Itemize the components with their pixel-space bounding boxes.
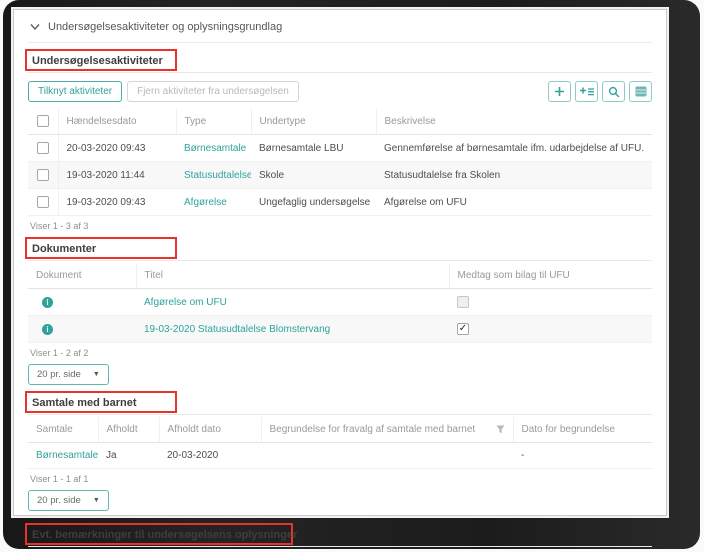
caret-down-icon: ▼ [92, 371, 100, 378]
chevron-down-icon [30, 24, 40, 31]
panel-collapse-header[interactable]: Undersøgelsesaktiviteter og oplysningsgr… [28, 10, 652, 43]
cell-date: 19-03-2020 11:44 [58, 161, 176, 189]
samtale-link[interactable]: Børnesamtale [36, 450, 98, 461]
conversation-title-text: Samtale med barnet [32, 397, 137, 409]
col-afholdt-dato[interactable]: Afholdt dato [159, 417, 262, 443]
table-row: 20-03-2020 09:43 Børnesamtale Børnesamta… [28, 134, 652, 162]
cell-description: Statusudtalelse fra Skolen [376, 161, 652, 189]
cell-afholdt: Ja [98, 442, 159, 469]
documents-pagination: Viser 1 - 2 af 2 [30, 348, 89, 358]
document-link[interactable]: Afgørelse om UFU [144, 297, 227, 308]
table-row: i Afgørelse om UFU [28, 288, 652, 316]
cell-description: Gennemførelse af børnesamtale ifm. udarb… [376, 134, 652, 162]
table-row: 19-03-2020 11:44 Statusudtalelse Skole S… [28, 161, 652, 189]
attach-activities-button[interactable]: Tilknyt aktiviteter [28, 81, 123, 102]
documents-title-text: Dokumenter [32, 243, 97, 255]
caret-down-icon: ▼ [92, 497, 100, 504]
col-haendelsesdato[interactable]: Hændelsesdato [58, 108, 177, 135]
col-begrundelse[interactable]: Begrundelse for fravalg af samtale med b… [270, 424, 476, 435]
page-size-value: 20 pr. side [37, 369, 81, 380]
remove-activities-button[interactable]: Fjern aktiviteter fra undersøgelsen [127, 81, 299, 102]
info-icon[interactable]: i [42, 296, 53, 308]
cell-date: 19-03-2020 09:43 [58, 188, 176, 216]
cell-description: Afgørelse om UFU [376, 188, 652, 216]
activity-type-link[interactable]: Afgørelse [184, 197, 227, 208]
remarks-section-title: Evt. bemærkninger til undersøgelsens opl… [25, 523, 652, 547]
page-size-value: 20 pr. side [37, 495, 81, 506]
col-samtale[interactable]: Samtale [28, 417, 99, 443]
activities-header-row: Hændelsesdato Type Undertype Beskrivelse [28, 108, 652, 135]
cell-subtype: Børnesamtale LBU [251, 134, 376, 162]
conversation-section-title: Samtale med barnet [25, 391, 652, 415]
row-checkbox[interactable] [36, 142, 49, 154]
col-type[interactable]: Type [176, 108, 252, 135]
documents-page-size-select[interactable]: 20 pr. side ▼ [28, 364, 109, 385]
col-beskrivelse[interactable]: Beskrivelse [376, 108, 652, 135]
app-page: Undersøgelsesaktiviteter og oplysningsgr… [13, 9, 667, 547]
include-checkbox[interactable] [457, 323, 469, 335]
col-titel[interactable]: Titel [136, 263, 450, 289]
row-checkbox[interactable] [36, 169, 49, 181]
select-all-checkbox[interactable] [36, 115, 49, 127]
plus-icon[interactable] [548, 81, 571, 102]
col-undertype[interactable]: Undertype [251, 108, 377, 135]
activities-section-title: Undersøgelsesaktiviteter [25, 49, 652, 73]
activities-title-text: Undersøgelsesaktiviteter [32, 55, 163, 67]
col-dato-begrundelse[interactable]: Dato for begrundelse [513, 417, 652, 443]
conversation-table: Samtale Afholdt Afholdt dato Begrundelse… [28, 417, 652, 469]
row-checkbox[interactable] [36, 196, 49, 208]
activities-table: Hændelsesdato Type Undertype Beskrivelse… [28, 108, 652, 216]
cell-subtype: Ungefaglig undersøgelse [251, 188, 376, 216]
col-medtag[interactable]: Medtag som bilag til UFU [449, 263, 652, 289]
cell-dato-begrundelse: - [513, 442, 652, 469]
table-row: i 19-03-2020 Statusudtalelse Blomstervan… [28, 315, 652, 343]
conversation-page-size-select[interactable]: 20 pr. side ▼ [28, 490, 109, 511]
cell-date: 20-03-2020 09:43 [58, 134, 176, 162]
table-row: 19-03-2020 09:43 Afgørelse Ungefaglig un… [28, 188, 652, 216]
panel-title: Undersøgelsesaktiviteter og oplysningsgr… [48, 21, 283, 33]
add-row-icon[interactable] [575, 81, 598, 102]
conversation-header-row: Samtale Afholdt Afholdt dato Begrundelse… [28, 417, 652, 443]
table-icon[interactable] [629, 81, 652, 102]
col-afholdt[interactable]: Afholdt [98, 417, 160, 443]
activity-type-link[interactable]: Statusudtalelse [184, 170, 251, 181]
col-dokument[interactable]: Dokument [28, 263, 137, 289]
cell-subtype: Skole [251, 161, 376, 189]
activities-pagination: Viser 1 - 3 af 3 [30, 221, 89, 231]
document-link[interactable]: 19-03-2020 Statusudtalelse Blomstervang [144, 324, 330, 335]
conversation-pagination: Viser 1 - 1 af 1 [30, 474, 89, 484]
documents-section-title: Dokumenter [25, 237, 652, 261]
activity-type-link[interactable]: Børnesamtale [184, 143, 246, 154]
include-checkbox[interactable] [457, 296, 469, 308]
table-row: Børnesamtale Ja 20-03-2020 - [28, 442, 652, 469]
info-icon[interactable]: i [42, 323, 53, 335]
screenshot-canvas: Undersøgelsesaktiviteter og oplysningsgr… [0, 0, 704, 552]
cell-begrundelse [261, 442, 513, 469]
documents-header-row: Dokument Titel Medtag som bilag til UFU [28, 263, 652, 289]
cell-afholdt-dato: 20-03-2020 [159, 442, 261, 469]
remarks-title-text: Evt. bemærkninger til undersøgelsens opl… [32, 529, 298, 541]
documents-table: Dokument Titel Medtag som bilag til UFU … [28, 263, 652, 343]
filter-icon[interactable] [496, 425, 505, 434]
search-icon[interactable] [602, 81, 625, 102]
